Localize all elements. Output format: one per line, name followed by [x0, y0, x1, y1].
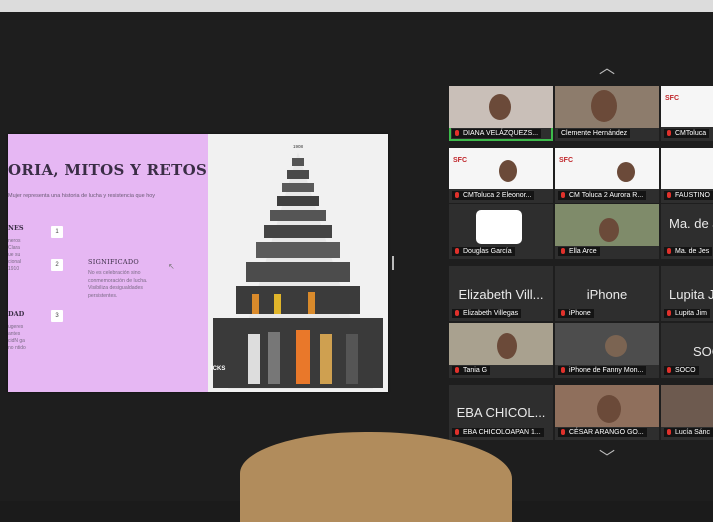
participant-name: Lupita Jim — [675, 309, 707, 317]
participant-name: CMToluca 2 Eleonor... — [463, 191, 532, 199]
pyramid-caption: ICKS — [211, 366, 226, 372]
foreground-head — [240, 432, 512, 522]
participant-name: DIANA VELÁZQUEZS... — [463, 129, 539, 137]
section-number-3: 3 — [51, 310, 63, 322]
participant-name: CÉSAR ARANGO GO... — [569, 428, 644, 436]
section-body-1: neros Clara ue su cional 1910 — [8, 238, 22, 272]
slide-left-panel: ORIA, MITOS Y RETOS Mujer representa una… — [8, 134, 208, 392]
participant-tile[interactable]: SFC CMToluca — [661, 86, 713, 141]
participant-tile[interactable]: CÉSAR ARANGO GO... — [555, 385, 659, 440]
participant-video — [597, 395, 621, 423]
participant-video — [605, 335, 627, 357]
mouse-cursor-icon: ↖ — [168, 262, 175, 271]
participant-tile[interactable]: SFC CMToluca 2 Eleonor... — [449, 148, 553, 203]
participant-tile[interactable]: SOC SOCO — [661, 323, 713, 378]
participant-display-name: Lupita J — [669, 287, 713, 302]
mic-muted-icon — [667, 310, 671, 316]
sfc-logo-icon: SFC — [559, 157, 573, 164]
participant-name: Ella Arce — [569, 247, 597, 255]
participant-name: Clemente Hernández — [561, 129, 628, 137]
mic-muted-icon — [561, 310, 565, 316]
participant-tile[interactable]: Ella Arce — [555, 204, 659, 259]
participant-name: FAUSTINO — [675, 191, 711, 199]
mic-muted-icon — [667, 248, 671, 254]
participant-name: Tania G — [463, 366, 488, 374]
participant-video — [591, 90, 617, 122]
participant-name: SOCO — [675, 366, 696, 374]
participant-name: iPhone de Fanny Mon... — [569, 366, 644, 374]
pyramid-illustration — [213, 152, 383, 389]
section-number-1: 1 — [51, 226, 63, 238]
mic-muted-icon — [455, 367, 459, 373]
mic-muted-icon — [667, 130, 671, 136]
participant-display-name: EBA CHICOL... — [456, 405, 546, 420]
significado-title: SIGNIFICADO — [88, 258, 140, 266]
shared-slide: ORIA, MITOS Y RETOS Mujer representa una… — [8, 134, 388, 392]
participant-tile[interactable]: iPhone iPhone — [555, 266, 659, 321]
mic-muted-icon — [455, 248, 459, 254]
participant-name: Ma. de Jes — [675, 247, 710, 255]
section-body-3: ugeres antes cidN ga no ntido — [8, 324, 26, 351]
participant-tile[interactable]: Lupita J Lupita Jim — [661, 266, 713, 321]
participant-name: CM Toluca 2 Aurora R... — [569, 191, 644, 199]
mic-muted-icon — [667, 429, 671, 435]
mic-muted-icon — [455, 310, 459, 316]
sfc-logo-icon: SFC — [665, 95, 679, 102]
section-heading-3: DAD — [8, 310, 25, 318]
sfc-logo-icon: SFC — [453, 157, 467, 164]
participant-tile[interactable]: iPhone de Fanny Mon... — [555, 323, 659, 378]
section-heading-1: NES — [8, 224, 24, 232]
participant-name: Lucía Sánc — [675, 428, 711, 436]
mic-muted-icon — [455, 192, 459, 198]
participant-display-name: SOC — [693, 344, 713, 359]
slide-title: ORIA, MITOS Y RETOS — [8, 161, 208, 179]
participant-display-name: iPhone — [586, 287, 628, 302]
participant-display-name: Elizabeth Vill... — [458, 287, 544, 302]
slide-pyramid-panel: 1908 ICKS — [208, 134, 388, 392]
section-number-2: 2 — [51, 259, 63, 271]
significado-text: No es celebración sino conmemoración de … — [88, 270, 148, 299]
participant-name: EBA CHICOLOAPAN 1... — [463, 428, 541, 436]
slide-intro: Mujer representa una historia de lucha y… — [8, 193, 156, 199]
participant-tile[interactable]: Lucía Sánc — [661, 385, 713, 440]
participant-tile[interactable]: Clemente Hernández — [555, 86, 659, 141]
mic-muted-icon — [667, 192, 671, 198]
participant-tile[interactable]: FAUSTINO — [661, 148, 713, 203]
mic-muted-icon — [561, 429, 565, 435]
participant-tile[interactable]: SFC CM Toluca 2 Aurora R... — [555, 148, 659, 203]
participant-name: Douglas García — [463, 247, 512, 255]
participant-name: iPhone — [569, 309, 591, 317]
mic-muted-icon — [667, 367, 671, 373]
mic-muted-icon — [561, 248, 565, 254]
top-strip — [0, 0, 713, 12]
participant-tile[interactable]: Ma. de J Ma. de Jes — [661, 204, 713, 259]
participant-tile[interactable]: Tania G — [449, 323, 553, 378]
participant-tile[interactable]: EBA CHICOL... EBA CHICOLOAPAN 1... — [449, 385, 553, 440]
participant-name: CMToluca — [675, 129, 707, 137]
participant-tile[interactable]: Elizabeth Vill... Elizabeth Villegas — [449, 266, 553, 321]
mic-muted-icon — [455, 130, 459, 136]
participant-video — [599, 218, 619, 242]
participant-video — [499, 160, 517, 182]
participant-name: Elizabeth Villegas — [463, 309, 519, 317]
participant-video — [489, 94, 511, 120]
gallery-up-chevron-icon[interactable]: ︿ — [596, 61, 618, 77]
mic-muted-icon — [455, 429, 459, 435]
participant-video — [497, 333, 517, 359]
gallery-down-chevron-icon[interactable]: ﹀ — [596, 451, 618, 467]
participant-display-name: Ma. de J — [669, 216, 713, 231]
participant-tile[interactable]: Douglas García — [449, 204, 553, 259]
avatar — [476, 210, 522, 244]
participant-tile[interactable]: DIANA VELÁZQUEZS... — [449, 86, 553, 141]
stage-splitter[interactable] — [392, 256, 394, 270]
mic-muted-icon — [561, 192, 565, 198]
mic-muted-icon — [561, 367, 565, 373]
participant-video — [617, 162, 635, 182]
